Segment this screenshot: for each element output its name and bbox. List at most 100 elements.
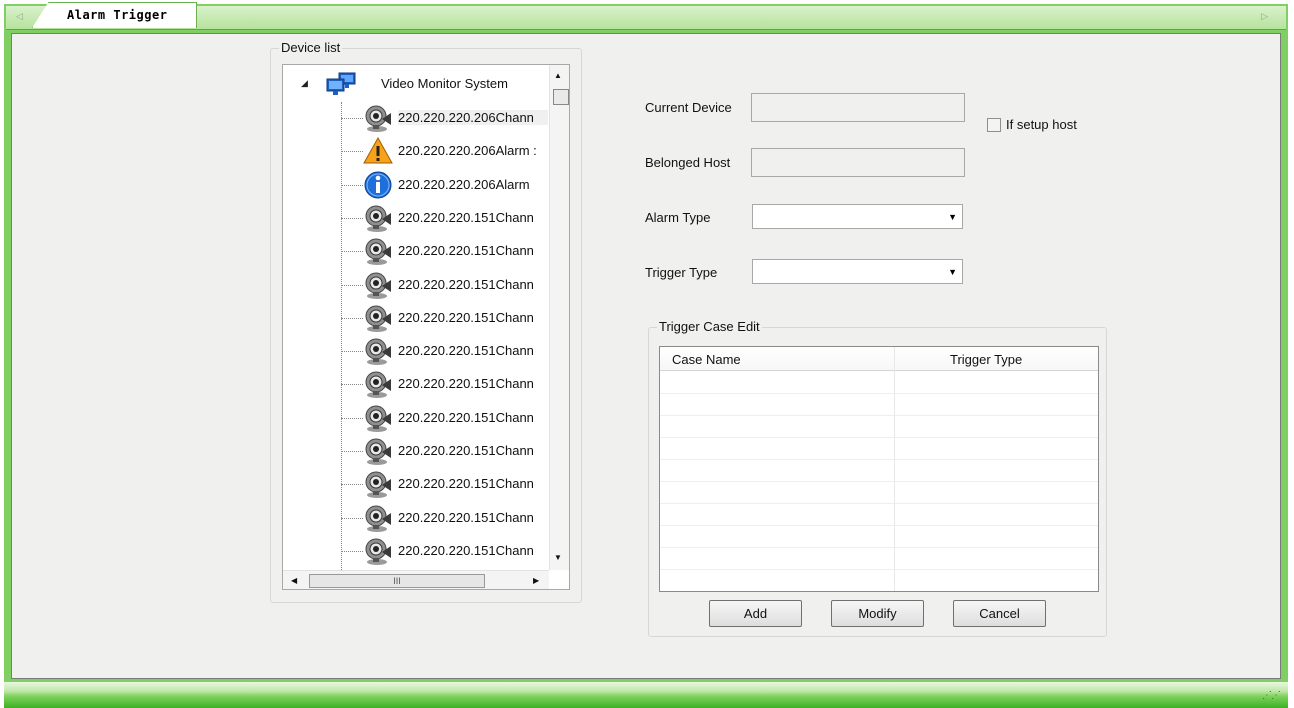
- camera-icon: [363, 503, 393, 533]
- collapse-arrow-icon[interactable]: ◢: [301, 78, 308, 89]
- tree-item[interactable]: 220.220.220.151Chann: [341, 235, 551, 267]
- tree-item[interactable]: 220.220.220.206Alarm: [341, 169, 551, 201]
- table-row-line: [660, 547, 1098, 548]
- vertical-scrollbar[interactable]: ▲ ▼: [549, 65, 569, 570]
- camera-icon: [363, 336, 393, 366]
- column-header-trigger-type[interactable]: Trigger Type: [950, 352, 1022, 367]
- camera-icon: [363, 403, 393, 433]
- vertical-scroll-thumb[interactable]: [553, 89, 569, 105]
- tree-connector-line: [341, 151, 363, 153]
- device-tree[interactable]: ◢ Video Monitor System 220.220.220.206Ch…: [282, 64, 570, 590]
- info-icon: [363, 170, 393, 200]
- tree-item-label: 220.220.220.151Chann: [398, 409, 534, 425]
- trigger-type-select[interactable]: ▼: [752, 259, 963, 284]
- tree-root-node[interactable]: ◢ Video Monitor System: [283, 70, 553, 98]
- case-table-header: Case Name Trigger Type: [660, 347, 1098, 371]
- tree-connector-line: [341, 284, 363, 286]
- warning-icon: [363, 136, 393, 166]
- if-setup-host-label: If setup host: [1006, 117, 1077, 132]
- network-computers-icon: [326, 72, 356, 95]
- camera-icon: [363, 436, 393, 466]
- camera-icon: [363, 536, 393, 566]
- scroll-down-icon[interactable]: ▼: [554, 553, 562, 562]
- table-row-line: [660, 437, 1098, 438]
- trigger-case-edit-group: Trigger Case Edit Case Name Trigger Type…: [648, 319, 1107, 637]
- table-row-line: [660, 415, 1098, 416]
- tab-scroll-right-icon[interactable]: ▷: [1261, 11, 1268, 22]
- tab-strip: ◁ ▷: [6, 6, 1286, 30]
- tree-item[interactable]: 220.220.220.151Chann: [341, 468, 551, 500]
- scroll-right-icon[interactable]: ▶: [533, 576, 539, 585]
- tree-item-label: 220.220.220.206Alarm: [398, 176, 530, 192]
- horizontal-scroll-thumb[interactable]: III: [309, 574, 485, 588]
- tree-connector-line: [341, 118, 363, 119]
- tree-connector-line: [341, 251, 363, 253]
- add-button[interactable]: Add: [709, 600, 802, 627]
- column-separator: [894, 347, 895, 591]
- device-list-group: Device list ◢ Video Monitor System 220.2…: [270, 40, 582, 603]
- scroll-up-icon[interactable]: ▲: [554, 71, 562, 80]
- belonged-host-label: Belonged Host: [645, 155, 731, 170]
- tab-label: Alarm Trigger: [67, 8, 168, 22]
- tree-connector-line: [341, 484, 363, 486]
- camera-icon: [363, 203, 393, 233]
- scroll-left-icon[interactable]: ◀: [291, 576, 297, 585]
- table-row-line: [660, 503, 1098, 504]
- table-row-line: [660, 481, 1098, 482]
- tree-item-label: 220.220.220.151Chann: [398, 509, 534, 525]
- table-row-line: [660, 459, 1098, 460]
- table-row-line: [660, 591, 1098, 592]
- tab-alarm-trigger[interactable]: Alarm Trigger: [32, 2, 197, 28]
- tree-item[interactable]: 220.220.220.151Chann: [341, 335, 551, 367]
- tree-item-label: 220.220.220.206Alarm :: [398, 143, 537, 159]
- tree-item-label: 220.220.220.151Chann: [398, 309, 534, 325]
- current-device-field[interactable]: [751, 93, 965, 122]
- checkbox-box[interactable]: [987, 118, 1001, 132]
- trigger-case-edit-title: Trigger Case Edit: [657, 319, 762, 334]
- tree-item[interactable]: 220.220.220.151Chann: [341, 535, 551, 567]
- tree-connector-line: [341, 550, 363, 552]
- tree-item[interactable]: 220.220.220.206Chann: [341, 102, 551, 134]
- tree-item[interactable]: 220.220.220.151Chann: [341, 368, 551, 400]
- status-bar: ⋰⋰: [4, 682, 1288, 708]
- column-header-case-name[interactable]: Case Name: [672, 352, 741, 367]
- device-list-title: Device list: [279, 40, 343, 55]
- tree-item-label: 220.220.220.206Chann: [398, 110, 548, 125]
- camera-icon: [363, 270, 393, 300]
- alarm-type-select[interactable]: ▼: [752, 204, 963, 229]
- table-row-line: [660, 525, 1098, 526]
- horizontal-scrollbar[interactable]: ◀ III ▶: [283, 570, 549, 589]
- tree-connector-line: [341, 517, 363, 519]
- tree-item[interactable]: 220.220.220.151Chann: [341, 269, 551, 301]
- camera-icon: [363, 103, 393, 133]
- cancel-button[interactable]: Cancel: [953, 600, 1046, 627]
- tree-item[interactable]: 220.220.220.151Chann: [341, 202, 551, 234]
- case-table[interactable]: Case Name Trigger Type: [659, 346, 1099, 592]
- tree-item-label: 220.220.220.151Chann: [398, 243, 534, 259]
- tree-item-label: 220.220.220.151Chann: [398, 276, 534, 292]
- alarm-type-label: Alarm Type: [645, 210, 711, 225]
- tree-item-label: 220.220.220.151Chann: [398, 542, 534, 558]
- tree-item[interactable]: 220.220.220.206Alarm :: [341, 135, 551, 167]
- tab-scroll-left-icon[interactable]: ◁: [16, 11, 23, 22]
- tree-connector-line: [341, 384, 363, 386]
- trigger-type-label: Trigger Type: [645, 265, 718, 280]
- tree-item[interactable]: 220.220.220.151Chann: [341, 302, 551, 334]
- dropdown-arrow-icon[interactable]: ▼: [948, 267, 957, 277]
- tree-item-label: 220.220.220.151Chann: [398, 343, 534, 359]
- tree-connector-line: [341, 217, 363, 219]
- tree-connector-line: [341, 184, 363, 186]
- camera-icon: [363, 369, 393, 399]
- tree-item[interactable]: 220.220.220.151Chann: [341, 402, 551, 434]
- tree-connector-line: [341, 317, 363, 319]
- dropdown-arrow-icon[interactable]: ▼: [948, 212, 957, 222]
- tree-item[interactable]: 220.220.220.151Chann: [341, 435, 551, 467]
- belonged-host-field[interactable]: [751, 148, 965, 177]
- tree-item[interactable]: 220.220.220.151Chann: [341, 502, 551, 534]
- modify-button[interactable]: Modify: [831, 600, 924, 627]
- camera-icon: [363, 469, 393, 499]
- resize-grip-icon[interactable]: ⋰⋰: [1262, 690, 1281, 701]
- tree-connector-line: [341, 417, 363, 419]
- table-row-line: [660, 393, 1098, 394]
- tree-item-label: 220.220.220.151Chann: [398, 443, 534, 458]
